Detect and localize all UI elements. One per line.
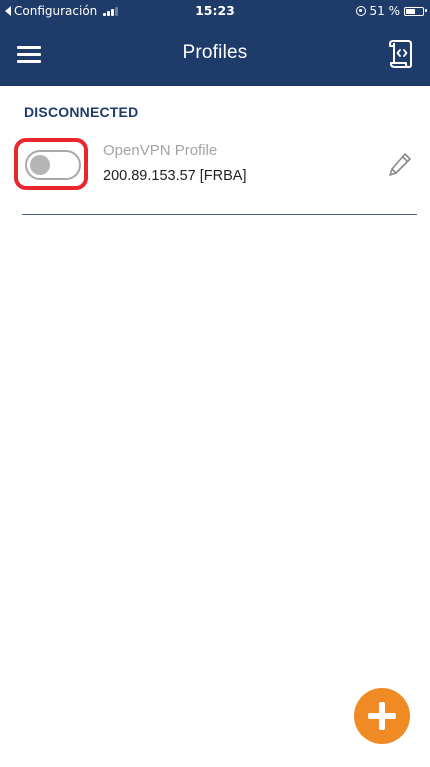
pencil-icon[interactable] [386,150,414,180]
profile-name: OpenVPN Profile [103,142,218,159]
toggle-knob [30,155,50,175]
battery-icon [404,6,427,16]
section-title: DISCONNECTED [24,104,139,120]
profile-list-item[interactable]: OpenVPN Profile 200.89.153.57 [FRBA] [0,132,430,216]
battery-percent: 51 % [369,4,401,18]
connection-toggle[interactable] [25,150,81,180]
list-divider [22,214,417,215]
profile-server: 200.89.153.57 [FRBA] [103,168,247,184]
app-header: Profiles [0,22,430,86]
import-file-icon[interactable] [386,38,416,70]
app-screen: Configuración 15:23 51 % Profiles DISCON… [0,0,430,767]
status-bar: Configuración 15:23 51 % [0,0,430,22]
page-title: Profiles [182,42,248,63]
orientation-lock-icon [355,6,366,16]
status-indicators: 51 % [355,4,427,18]
add-profile-button[interactable] [354,688,410,744]
